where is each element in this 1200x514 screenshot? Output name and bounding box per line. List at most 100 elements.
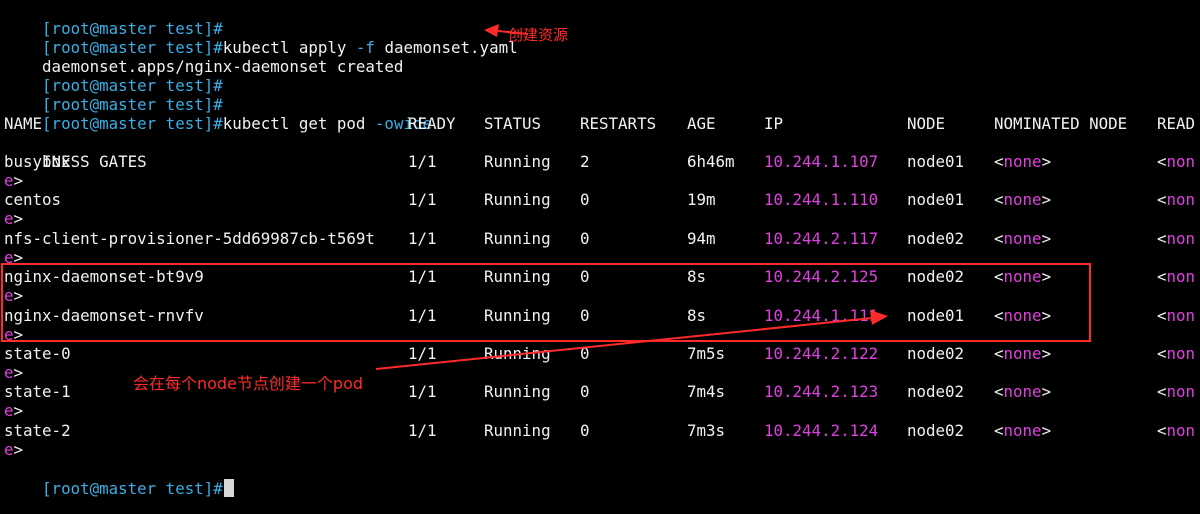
pod-status: Running [484,421,551,440]
pod-restarts: 0 [580,306,590,325]
header-nominated-node: NOMINATED NODE [994,114,1128,133]
pod-ready: 1/1 [408,229,437,248]
pod-ready: 1/1 [408,306,437,325]
pod-status: Running [484,190,551,209]
pod-readiness: <non [1157,190,1196,209]
pod-restarts: 2 [580,152,590,171]
pod-name: nginx-daemonset-rnvfv [4,306,204,325]
pod-name: centos [4,190,62,209]
pod-restarts: 0 [580,344,590,363]
pod-nominated: <none> [994,190,1052,209]
pod-restarts: 0 [580,190,590,209]
pod-nominated: <none> [994,152,1052,171]
header-ready: READY [408,114,456,133]
table-row-wrap: e> [4,248,24,267]
pod-readiness-wrap: e [4,401,14,420]
pod-ready: 1/1 [408,421,437,440]
pod-readiness: <non [1157,267,1196,286]
pod-name: state-2 [4,421,71,440]
pod-readiness-wrap: e [4,248,14,267]
pod-readiness-wrap: e [4,440,14,459]
pod-age: 19m [687,190,716,209]
pod-ip: 10.244.2.124 [764,421,879,440]
header-node: NODE [907,114,946,133]
pod-status: Running [484,152,551,171]
pod-readiness: <non [1157,382,1196,401]
pod-node: node01 [907,190,965,209]
apply-output-line: daemonset.apps/nginx-daemonset created [4,38,403,76]
pod-ip: 10.244.2.123 [764,382,879,401]
table-row-wrap: e> [4,401,24,420]
pod-readiness: <non [1157,229,1196,248]
pod-nominated: <none> [994,267,1052,286]
get-command-line: [root@master test]#kubectl get pod -owid… [4,95,432,133]
pod-readiness: <non [1157,344,1196,363]
table-row-wrap: e> [4,171,24,190]
table-row: state-2 1/1 Running 0 7m3s 10.244.2.124 node02… [4,421,1200,440]
table-row: centos 1/1 Running 0 19m 10.244.1.110 node01 <n… [4,190,1200,209]
pod-status: Running [484,344,551,363]
terminal-window[interactable]: [root@master test]# [root@master test]#k… [0,0,1200,514]
pod-readiness-wrap: e [4,209,14,228]
pod-age: 8s [687,267,707,286]
header-age: AGE [687,114,716,133]
pod-readiness-wrap: e [4,363,14,382]
pod-ready: 1/1 [408,152,437,171]
pod-ready: 1/1 [408,190,437,209]
table-row: nginx-daemonset-bt9v9 1/1 Running 0 8s 10.244… [4,267,1200,286]
pod-nominated: <none> [994,382,1052,401]
pod-ip: 10.244.1.111 [764,306,879,325]
pod-age: 8s [687,306,707,325]
pod-readiness: <non [1157,306,1196,325]
prompt-line[interactable]: [root@master test]# [4,460,234,498]
header-readiness-gates: READ [1157,114,1196,133]
pod-ip: 10.244.1.107 [764,152,879,171]
pod-node: node01 [907,152,965,171]
pod-status: Running [484,382,551,401]
table-row-wrap: e> [4,325,24,344]
pod-nominated: <none> [994,229,1052,248]
pod-ip: 10.244.1.110 [764,190,879,209]
pod-restarts: 0 [580,421,590,440]
pod-age: 7m3s [687,421,726,440]
pod-name: nginx-daemonset-bt9v9 [4,267,204,286]
annotation-create-resource: 创建资源 [508,26,569,44]
pod-nominated: <none> [994,306,1052,325]
table-header-wrap: INESS GATES [4,133,147,171]
pod-status: Running [484,267,551,286]
header-ip: IP [764,114,784,133]
pod-readiness-wrap: e [4,286,14,305]
table-row: busybox 1/1 Running 2 6h46m 10.244.1.107 node0… [4,152,1200,171]
prompt-line: [root@master test]# [4,76,223,114]
table-row: state-0 1/1 Running 0 7m5s 10.244.2.122 node02… [4,344,1200,363]
pod-node: node02 [907,267,965,286]
prompt-line: [root@master test]# [4,57,223,95]
pod-name: busybox [4,152,71,171]
pod-node: node02 [907,229,965,248]
table-header-row: NAME READY STATUS RESTARTS AGE IP NODE N… [4,114,1200,133]
pod-name: nfs-client-provisioner-5dd69987cb-t569t [4,229,375,248]
pod-restarts: 0 [580,229,590,248]
pod-readiness: <non [1157,152,1196,171]
pod-ready: 1/1 [408,267,437,286]
pod-restarts: 0 [580,382,590,401]
table-row: nginx-daemonset-rnvfv 1/1 Running 0 8s 10.244… [4,306,1200,325]
pod-readiness-wrap: e [4,325,14,344]
pod-name: state-0 [4,344,71,363]
pod-ip: 10.244.2.117 [764,229,879,248]
pod-node: node02 [907,421,965,440]
pod-status: Running [484,229,551,248]
pod-status: Running [484,306,551,325]
pod-age: 7m5s [687,344,726,363]
pod-ready: 1/1 [408,344,437,363]
pod-age: 6h46m [687,152,735,171]
pod-ready: 1/1 [408,382,437,401]
pod-nominated: <none> [994,421,1052,440]
pod-age: 7m4s [687,382,726,401]
pod-readiness: <non [1157,421,1196,440]
terminal-cursor [223,479,234,497]
table-row-wrap: e> [4,363,24,382]
table-row: nfs-client-provisioner-5dd69987cb-t569t 1… [4,229,1200,248]
table-row-wrap: e> [4,286,24,305]
header-name: NAME [4,114,43,133]
